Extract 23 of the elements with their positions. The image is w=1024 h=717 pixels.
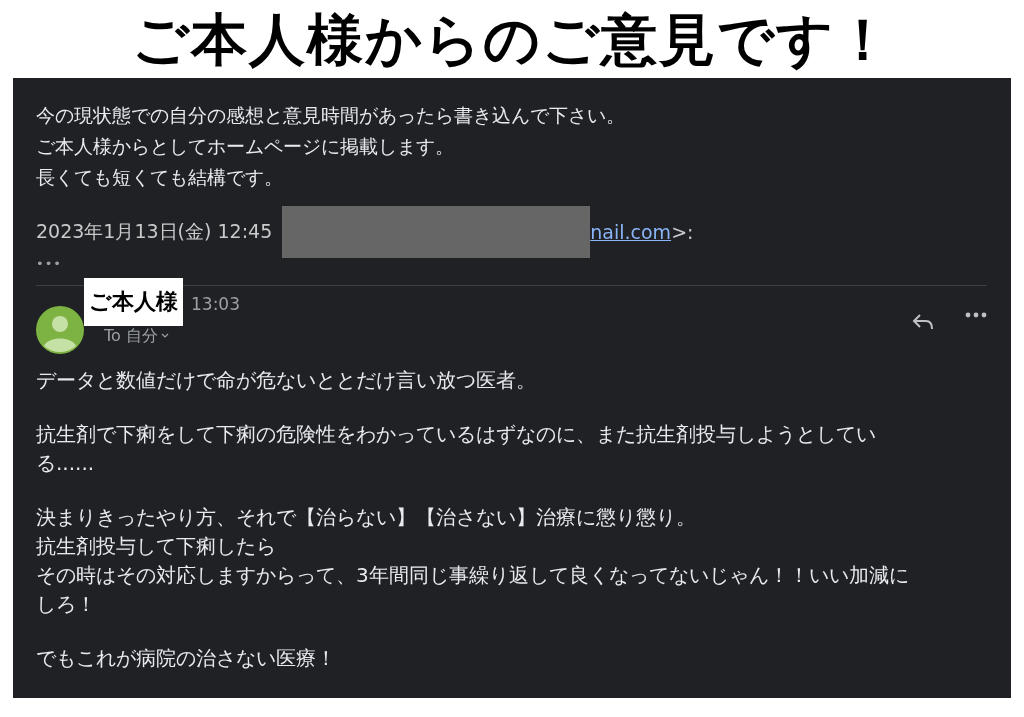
- recipient-label: To 自分: [104, 325, 158, 347]
- more-icon[interactable]: [965, 311, 987, 318]
- quote-suffix: >:: [671, 221, 694, 243]
- chevron-down-icon[interactable]: [160, 333, 169, 340]
- body-line: 決まりきったやり方、それで【治らない】【治さない】治療に懲り懲り。: [36, 504, 697, 531]
- message-time: 13:03: [191, 293, 240, 314]
- sender-name: ご本人様: [84, 277, 183, 326]
- quoted-line: 今の現状態での自分の感想と意見時間があったら書き込んで下さい。: [36, 103, 626, 128]
- quoted-line: ご本人様からとしてホームページに掲載します。: [36, 134, 455, 159]
- quoted-line: 長くても短くても結構です。: [36, 165, 284, 190]
- body-line: 抗生剤で下痢をして下痢の危険性をわかっているはずなのに、また抗生剤投与しようとしてい: [36, 421, 877, 448]
- email-link[interactable]: nail.com: [590, 221, 672, 243]
- body-line: る......: [36, 450, 96, 477]
- show-more-dots[interactable]: •••: [36, 256, 987, 271]
- body-line: 抗生剤投与して下痢したら: [36, 533, 277, 560]
- reply-icon[interactable]: [911, 311, 935, 332]
- avatar-icon: [36, 305, 84, 354]
- body-line: でもこれが病院の治さない医療！: [36, 645, 337, 672]
- body-line: しろ！: [36, 591, 97, 618]
- body-line: その時はその対応しますからって、3年間同じ事繰り返して良くなってないじゃん！！いい加減に: [36, 562, 910, 589]
- body-line: データと数値だけで命が危ないととだけ言い放つ医者。: [36, 367, 537, 394]
- quoted-date: 2023年1月13日(金) 12:45: [36, 219, 273, 244]
- page-heading: ご本人様からのご意見です！: [131, 6, 893, 74]
